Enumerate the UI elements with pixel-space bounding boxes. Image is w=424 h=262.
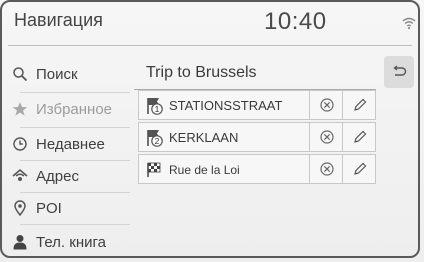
header: Навигация 10:40 <box>0 0 424 46</box>
delete-button[interactable] <box>309 154 343 184</box>
pencil-icon <box>354 98 367 111</box>
sidebar-item-favorites[interactable]: Избранное <box>10 95 122 123</box>
sidebar-divider <box>20 127 130 128</box>
sidebar-item-poi[interactable]: POI <box>10 194 122 222</box>
pencil-icon <box>354 162 367 175</box>
pin-icon <box>10 198 30 218</box>
back-button[interactable] <box>384 56 414 88</box>
waypoint-flag-icon: 2 <box>147 130 163 147</box>
destination-name: Rue de la Loi <box>169 163 240 177</box>
delete-button[interactable] <box>309 122 343 152</box>
sidebar-item-label: Адрес <box>36 167 79 185</box>
delete-icon <box>319 162 334 176</box>
navigation-screen: Навигация 10:40 Поиск Избранное Недавнее… <box>0 0 424 262</box>
sidebar-item-phonebook[interactable]: Тел. книга <box>10 228 122 256</box>
contact-icon <box>10 232 30 252</box>
clock: 10:40 <box>264 8 327 35</box>
sidebar-divider <box>20 92 130 93</box>
edit-button[interactable] <box>342 90 377 120</box>
waypoint-flag-icon: 1 <box>147 98 163 115</box>
edit-button[interactable] <box>342 154 377 184</box>
sidebar-item-label: Тел. книга <box>36 233 106 251</box>
search-icon <box>10 64 30 84</box>
page-title: Навигация <box>14 10 103 30</box>
delete-icon <box>319 130 334 144</box>
delete-button[interactable] <box>309 90 343 120</box>
sidebar-divider <box>20 160 130 161</box>
clock-icon <box>10 134 30 154</box>
sidebar-divider <box>20 192 130 193</box>
trip-title: Trip to Brussels <box>146 64 257 81</box>
delete-icon <box>319 98 334 112</box>
destination-row[interactable]: 2 KERKLAAN <box>138 122 376 152</box>
sidebar-item-address[interactable]: Адрес <box>10 162 122 190</box>
sidebar-item-label: Избранное <box>36 100 113 118</box>
sidebar-item-label: Недавнее <box>36 135 105 153</box>
address-icon <box>10 166 30 186</box>
checkered-flag-icon <box>147 162 161 177</box>
sidebar-item-label: Поиск <box>36 65 78 83</box>
header-divider <box>8 45 412 46</box>
sidebar-item-recent[interactable]: Недавнее <box>10 130 122 158</box>
destination-name: STATIONSSTRAAT <box>169 98 283 113</box>
destination-row[interactable]: Rue de la Loi <box>138 154 376 184</box>
back-arrow-icon <box>393 65 407 76</box>
waypoint-number: 1 <box>155 104 160 114</box>
waypoint-number: 2 <box>155 136 160 146</box>
sidebar-item-label: POI <box>36 199 62 217</box>
sidebar-divider <box>20 224 130 225</box>
destination-name: KERKLAAN <box>169 130 239 145</box>
star-icon <box>10 99 30 119</box>
pencil-icon <box>354 130 367 143</box>
destination-row[interactable]: 1 STATIONSSTRAAT <box>138 90 376 120</box>
sidebar-item-search[interactable]: Поиск <box>10 60 122 88</box>
wifi-icon <box>402 17 416 30</box>
edit-button[interactable] <box>342 122 377 152</box>
